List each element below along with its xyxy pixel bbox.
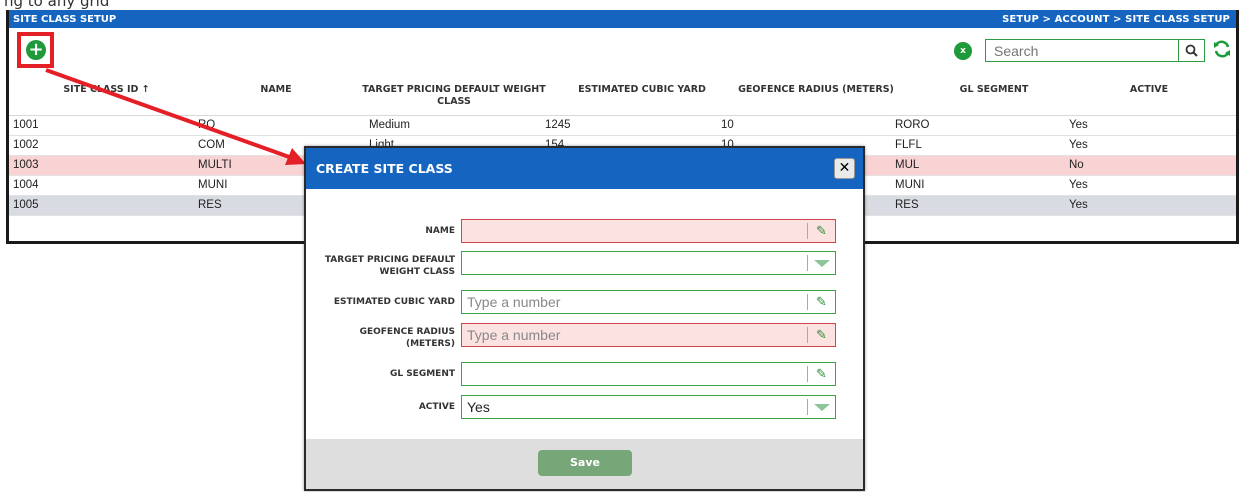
create-site-class-dialog: CREATE SITE CLASS ✕ NAME ✎ TARGET PRICIN… xyxy=(304,146,865,491)
excel-export-icon[interactable]: x xyxy=(954,42,972,60)
pencil-icon: ✎ xyxy=(816,223,827,239)
cell-cubic: 1245 xyxy=(545,119,571,131)
pencil-icon: ✎ xyxy=(816,366,827,382)
grid-header: SITE CLASS ID ↑ NAME TARGET PRICING DEFA… xyxy=(9,78,1236,116)
field-label: ESTIMATED CUBIC YARD xyxy=(333,297,455,307)
gl-segment-field[interactable]: ✎ xyxy=(461,362,836,386)
cell-gl: RES xyxy=(895,199,919,211)
cell-gl: RORO xyxy=(895,119,930,131)
field-label: ACTIVE xyxy=(418,402,455,412)
page: ng to any grid SITE CLASS SETUP SETUP > … xyxy=(0,0,1242,492)
cell-active: No xyxy=(1069,159,1084,171)
geofence-radius-field[interactable]: Type a number ✎ xyxy=(461,323,836,347)
cell-active: Yes xyxy=(1069,119,1088,131)
edit-pencil-button[interactable]: ✎ xyxy=(807,223,835,239)
edit-pencil-button[interactable]: ✎ xyxy=(807,366,835,382)
cell-id: 1001 xyxy=(13,119,39,131)
column-header-gl-segment[interactable]: GL SEGMENT xyxy=(919,84,1069,96)
chevron-down-icon xyxy=(813,403,830,411)
cell-name: COM xyxy=(198,139,225,151)
cell-active: Yes xyxy=(1069,179,1088,191)
cell-name: MUNI xyxy=(198,179,228,191)
field-value: Yes xyxy=(467,399,490,415)
magnifier-icon xyxy=(1185,44,1198,57)
cell-active: Yes xyxy=(1069,199,1088,211)
cell-id: 1004 xyxy=(13,179,39,191)
column-header-active[interactable]: ACTIVE xyxy=(1089,84,1209,96)
field-label: TARGET PRICING DEFAULT WEIGHT CLASS xyxy=(324,255,455,277)
name-field[interactable]: ✎ xyxy=(461,219,836,243)
cell-active: Yes xyxy=(1069,139,1088,151)
cell-id: 1005 xyxy=(13,199,39,211)
search-button[interactable] xyxy=(1178,40,1204,61)
dropdown-toggle[interactable] xyxy=(807,255,835,271)
cell-gl: MUL xyxy=(895,159,920,171)
field-placeholder: Type a number xyxy=(467,294,561,310)
cell-gl: MUNI xyxy=(895,179,925,191)
dialog-title: CREATE SITE CLASS xyxy=(316,161,453,176)
field-label: GEOFENCE RADIUS (METERS) xyxy=(359,327,455,349)
field-placeholder: Type a number xyxy=(467,327,561,343)
page-title: SITE CLASS SETUP xyxy=(13,13,117,25)
weight-class-select[interactable] xyxy=(461,251,836,275)
dropdown-toggle[interactable] xyxy=(807,399,835,415)
cubic-yard-field[interactable]: Type a number ✎ xyxy=(461,290,836,314)
table-row[interactable]: 1001 RO Medium 1245 10 RORO Yes xyxy=(9,116,1236,136)
edit-pencil-button[interactable]: ✎ xyxy=(807,327,835,343)
dialog-header: CREATE SITE CLASS ✕ xyxy=(306,148,863,189)
cell-radius: 10 xyxy=(721,119,734,131)
dialog-footer: Save xyxy=(306,439,863,489)
close-button[interactable]: ✕ xyxy=(834,158,855,179)
add-button-highlight xyxy=(17,32,54,68)
cropped-caption: ng to any grid xyxy=(0,0,1242,10)
refresh-icon[interactable] xyxy=(1212,39,1232,61)
cell-name: RES xyxy=(198,199,222,211)
active-select[interactable]: Yes xyxy=(461,395,836,419)
cell-name: RO xyxy=(198,119,216,131)
search-input[interactable] xyxy=(986,40,1178,61)
chevron-down-icon xyxy=(813,259,830,267)
column-header-weight-class[interactable]: TARGET PRICING DEFAULT WEIGHT CLASS xyxy=(349,84,559,108)
field-label: GL SEGMENT xyxy=(389,369,455,379)
cell-weight: Medium xyxy=(369,119,410,131)
save-button[interactable]: Save xyxy=(538,450,632,476)
cell-id: 1003 xyxy=(13,159,39,171)
pencil-icon: ✎ xyxy=(816,294,827,310)
field-label: NAME xyxy=(425,226,455,236)
column-header-cubic-yard[interactable]: ESTIMATED CUBIC YARD xyxy=(557,84,727,96)
column-header-geofence-radius[interactable]: GEOFENCE RADIUS (METERS) xyxy=(721,84,911,96)
toolbar: + x xyxy=(9,28,1236,68)
cell-id: 1002 xyxy=(13,139,39,151)
refresh-arrows-icon xyxy=(1214,40,1230,58)
column-header-site-class-id[interactable]: SITE CLASS ID ↑ xyxy=(59,84,154,96)
column-header-name[interactable]: NAME xyxy=(231,84,321,96)
breadcrumb[interactable]: SETUP > ACCOUNT > SITE CLASS SETUP xyxy=(1002,14,1230,25)
search-box xyxy=(985,39,1205,62)
cell-name: MULTI xyxy=(198,159,232,171)
edit-pencil-button[interactable]: ✎ xyxy=(807,294,835,310)
cell-gl: FLFL xyxy=(895,139,922,151)
app-header: SITE CLASS SETUP SETUP > ACCOUNT > SITE … xyxy=(9,10,1236,28)
pencil-icon: ✎ xyxy=(816,327,827,343)
cropped-caption-text: ng to any grid xyxy=(4,0,110,10)
